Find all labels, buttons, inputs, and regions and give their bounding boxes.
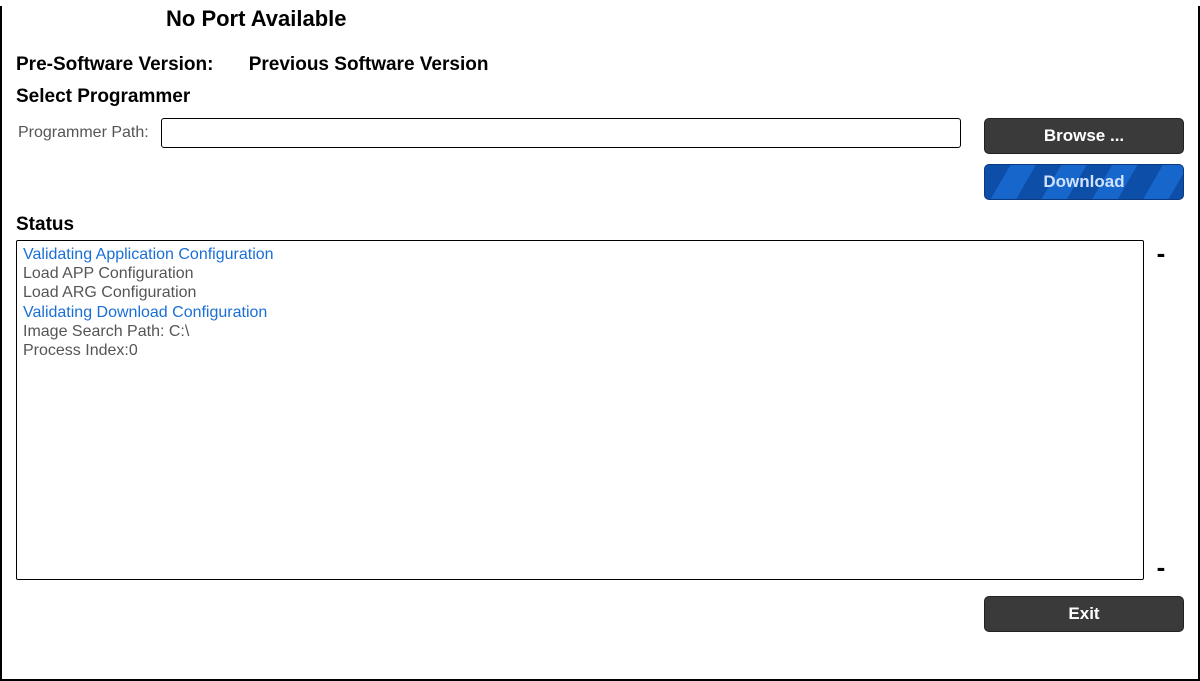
- status-line: Image Search Path: C:\: [23, 322, 1137, 341]
- programmer-path-label: Programmer Path:: [18, 124, 149, 142]
- status-line: Validating Download Configuration: [23, 303, 1137, 322]
- select-programmer-heading: Select Programmer: [16, 86, 1184, 108]
- browse-button[interactable]: Browse ...: [984, 118, 1184, 154]
- status-line: Process Index:0: [23, 341, 1137, 360]
- download-button[interactable]: Download: [984, 164, 1184, 200]
- status-scroll-down-icon[interactable]: -: [1157, 554, 1166, 580]
- status-scroll-up-icon[interactable]: -: [1157, 240, 1166, 266]
- previous-software-version-value: Previous Software Version: [249, 54, 489, 76]
- status-log[interactable]: Validating Application ConfigurationLoad…: [16, 240, 1144, 580]
- status-line: Load APP Configuration: [23, 264, 1137, 283]
- exit-button[interactable]: Exit: [984, 596, 1184, 632]
- version-row: Pre-Software Version: Previous Software …: [16, 54, 1184, 76]
- status-line: Load ARG Configuration: [23, 283, 1137, 302]
- programmer-path-input[interactable]: [161, 118, 961, 148]
- status-line: Validating Application Configuration: [23, 245, 1137, 264]
- status-scroll-markers: - -: [1150, 240, 1172, 580]
- port-status-title: No Port Available: [166, 6, 1184, 32]
- status-heading: Status: [16, 214, 1184, 236]
- pre-software-version-label: Pre-Software Version:: [16, 54, 213, 76]
